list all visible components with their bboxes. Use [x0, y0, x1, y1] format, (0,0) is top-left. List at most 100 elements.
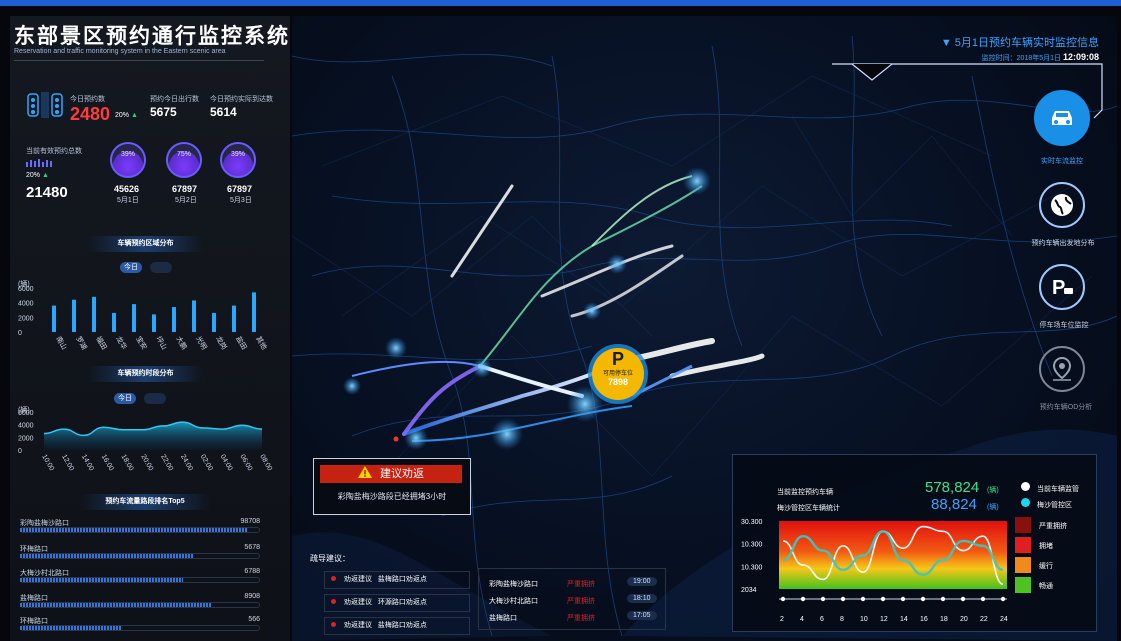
panel-value-2: 88,824	[931, 496, 977, 513]
parking-icon: P	[1052, 277, 1073, 299]
congestion-row[interactable]: 盐梅路口 严重拥挤 17:05	[489, 611, 659, 623]
x-tick-label: 12	[880, 616, 888, 623]
x-tick-label: 龙岗	[214, 335, 229, 352]
globe-icon	[1051, 194, 1073, 216]
panel-unit-1: (辆)	[987, 487, 999, 494]
arrived-value: 5614	[210, 105, 237, 119]
x-tick-label: 光明	[194, 335, 209, 352]
y-tick-label: 10.300	[741, 564, 763, 571]
circle-value-3: 67897	[227, 184, 253, 194]
bar	[92, 296, 96, 332]
nav-origin-distribution-label[interactable]: 预约车辆出发地分布	[1028, 238, 1098, 248]
y-tick-label: 2000	[18, 435, 34, 442]
suggestions-title: 疏导建议：	[310, 554, 350, 563]
congestion-row[interactable]: 大梅沙村北路口 严重拥挤 18:10	[489, 594, 659, 606]
x-tick-label: 6	[820, 616, 824, 623]
level-label: 畅通	[1039, 583, 1053, 590]
x-axis-dot	[920, 596, 926, 602]
arrived-label: 今日预约实际到达数	[210, 96, 273, 103]
page-title: 东部景区预约通行监控系统	[14, 25, 290, 48]
nav-realtime-traffic-label[interactable]: 实时车流监控	[1032, 156, 1092, 166]
level-label: 严重拥挤	[1039, 523, 1067, 530]
alert-message: 彩陶盐梅沙路段已经拥堵3小时	[337, 492, 447, 501]
x-tick-label: 18	[940, 616, 948, 623]
location-icon	[1052, 356, 1072, 381]
x-axis-dot	[780, 596, 786, 602]
route-value: 566	[248, 616, 260, 623]
bar	[52, 305, 56, 332]
traffic-light-icon	[27, 92, 63, 118]
bar	[252, 292, 256, 332]
trips-value: 5675	[150, 105, 177, 119]
circle-date-1: 5月1日	[117, 197, 139, 204]
level-label: 缓行	[1039, 563, 1053, 570]
y-tick-label: 2034	[741, 587, 757, 594]
time-tab-today[interactable]: 今日	[114, 393, 136, 404]
route-bar	[20, 603, 212, 607]
x-tick-label: 盐田	[234, 335, 249, 352]
x-tick-label: 20:00	[139, 454, 154, 473]
panel-value-1: 578,824	[925, 479, 980, 496]
routes-title: 预约车流量路段排名Top5	[80, 494, 210, 510]
svg-text:P: P	[1052, 277, 1065, 299]
x-tick-label: 10	[860, 616, 868, 623]
x-tick-label: 18:00	[120, 454, 135, 473]
nav-od-analysis-label[interactable]: 预约车辆OD分析	[1036, 402, 1096, 412]
nav-od-analysis[interactable]	[1039, 346, 1085, 392]
area-tab-other[interactable]	[150, 262, 172, 273]
alert-popup[interactable]: 建议劝返 彩陶盐梅沙路段已经拥堵3小时	[313, 458, 471, 515]
parking-label: 可用停车位	[602, 371, 633, 377]
level-swatch	[1015, 537, 1031, 553]
area-tab-today[interactable]: 今日	[120, 262, 142, 273]
suggestion-item[interactable]: 劝返建议 盐梅路口劝返点	[324, 571, 470, 589]
x-axis-dot	[840, 596, 846, 602]
dashboard-frame: 东部景区预约通行监控系统 Reservation and traffic mon…	[0, 0, 1121, 641]
y-tick-label: 4000	[18, 423, 34, 430]
x-tick-label: 14:00	[80, 454, 95, 473]
legend-dot-2	[1021, 498, 1030, 507]
nav-parking-monitor[interactable]: P	[1039, 264, 1085, 310]
total-pct: 20% ▲	[26, 172, 49, 179]
time-tab-other[interactable]	[144, 393, 166, 404]
parking-value: 7898	[607, 377, 629, 387]
suggestion-item[interactable]: 劝返建议 环源路口劝返点	[324, 594, 470, 612]
nav-origin-distribution[interactable]	[1039, 182, 1085, 228]
x-tick-label: 20	[960, 616, 968, 623]
title-divider	[14, 60, 264, 61]
circle-date-3: 5月3日	[230, 197, 252, 204]
x-tick-label: 02:00	[199, 454, 214, 473]
today-pct: 20% ▲	[115, 112, 138, 119]
panel-label-1: 当前监控预约车辆	[777, 489, 833, 496]
legend-dot-1	[1021, 482, 1030, 491]
circle-date-2: 5月2日	[175, 197, 197, 204]
legend-label-2: 梅沙管控区	[1037, 502, 1072, 509]
y-tick-label: 6000	[18, 286, 34, 293]
parking-marker[interactable]: P 可用停车位 7898	[592, 350, 644, 387]
alert-header: 建议劝返	[320, 465, 462, 483]
congestion-row[interactable]: 彩陶盐梅沙路口 严重拥挤 19:00	[489, 577, 659, 589]
x-axis-dot	[820, 596, 826, 602]
circle-value-1: 45626	[114, 184, 140, 194]
y-tick-label: 2000	[18, 315, 34, 322]
trips-label: 预约今日出行数	[150, 96, 199, 103]
mini-bars-icon	[26, 159, 52, 167]
route-bar	[20, 578, 184, 582]
total-label: 当前有效预约总数	[26, 148, 82, 155]
x-tick-label: 其他	[254, 335, 269, 352]
level-swatch	[1015, 557, 1031, 573]
monitoring-panel: 当前监控预约车辆 梅沙管控区车辆统计 578,824 (辆) 88,824 (辆…	[732, 454, 1097, 632]
suggestion-item[interactable]: 劝返建议 盐梅路口劝返点	[324, 617, 470, 635]
y-tick-label: 4000	[18, 301, 34, 308]
nav-realtime-traffic[interactable]	[1034, 90, 1090, 146]
x-tick-label: 06:00	[238, 454, 253, 473]
x-axis-dot	[1000, 596, 1006, 602]
area-bar-chart: (辆)6000400020000南山 罗湖 福田 龙华 宝安 坪山 大鹏 光明 龙岗 盐田 其他	[18, 279, 269, 352]
nav-parking-monitor-label[interactable]: 停车场车位监控	[1034, 320, 1094, 330]
y-tick-label: 6000	[18, 410, 34, 417]
level-swatch	[1015, 517, 1031, 533]
x-tick-label: 8	[840, 616, 844, 623]
x-tick-label: 福田	[94, 335, 109, 352]
y-tick-label: 30.300	[741, 519, 763, 526]
x-axis-dot	[940, 596, 946, 602]
x-tick-label: 坪山	[154, 335, 169, 352]
